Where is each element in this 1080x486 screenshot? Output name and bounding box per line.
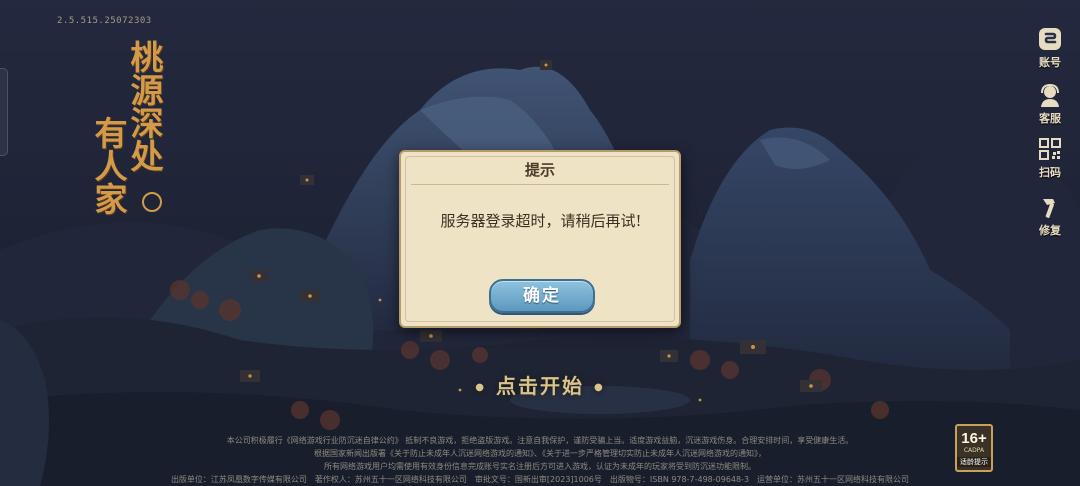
confirm-button[interactable]: 确定 <box>489 279 595 313</box>
tap-to-start-label: 点击开始 <box>496 374 584 398</box>
customer-service-button[interactable]: 客服 <box>1020 82 1080 126</box>
repair-button[interactable]: 修复 <box>1020 194 1080 238</box>
repair-hammer-icon <box>1043 199 1055 218</box>
account-label: 账号 <box>1039 56 1061 69</box>
repair-label: 修复 <box>1039 224 1061 237</box>
left-drawer-handle[interactable] <box>0 68 8 156</box>
game-logo: 桃源深处 有人家 <box>86 40 186 240</box>
customer-service-label: 客服 <box>1039 112 1061 125</box>
version-label: 2.5.515.25072303 <box>57 16 152 26</box>
qr-scan-label: 扫码 <box>1039 166 1061 179</box>
logo-title-line2: 有人家 <box>89 116 128 215</box>
account-button[interactable]: 账号 <box>1020 26 1080 70</box>
legal-footer: 本公司积极履行《网络游戏行业防沉迷自律公约》 抵制不良游戏，拒绝盗版游戏。注意自… <box>100 434 980 486</box>
account-icon <box>1039 28 1061 50</box>
tap-to-start[interactable]: ● 点击开始 ● <box>0 370 1080 399</box>
qr-scan-icon <box>1039 138 1061 160</box>
age-rating-badge[interactable]: 16+ CADPA 适龄提示 <box>955 424 993 472</box>
age-rating-org: CADPA <box>963 447 985 454</box>
footer-line-3: 所有网络游戏用户均需使用有效身份信息完成账号实名注册后方可进入游戏，认证为未成年… <box>324 462 756 471</box>
game-screen[interactable]: 2.5.515.25072303 桃源深处 有人家 账号 客服 扫码 修复 ● … <box>0 0 1080 486</box>
footer-line-1: 本公司积极履行《网络游戏行业防沉迷自律公约》 抵制不良游戏，拒绝盗版游戏。注意自… <box>226 436 854 445</box>
customer-service-icon <box>1041 83 1059 107</box>
age-rating-caption: 适龄提示 <box>957 457 991 467</box>
dialog-divider <box>411 184 669 185</box>
alert-dialog: 提示 服务器登录超时，请稍后再试! 确定 <box>399 150 681 328</box>
footer-line-2: 根据国家新闻出版署《关于防止未成年人沉迷网络游戏的通知》、《关于进一步严格管理切… <box>314 449 766 458</box>
logo-seal-icon <box>142 192 162 212</box>
logo-title-line1: 桃源深处 <box>125 40 164 172</box>
dialog-title: 提示 <box>524 161 555 179</box>
age-rating-number: 16+ <box>961 430 987 447</box>
qr-scan-button[interactable]: 扫码 <box>1020 136 1080 180</box>
footer-line-4: 出版单位：江苏凤凰数字传媒有限公司 著作权人：苏州五十一区网络科技有限公司 审批… <box>170 475 910 484</box>
dialog-message: 服务器登录超时，请稍后再试! <box>440 212 642 230</box>
